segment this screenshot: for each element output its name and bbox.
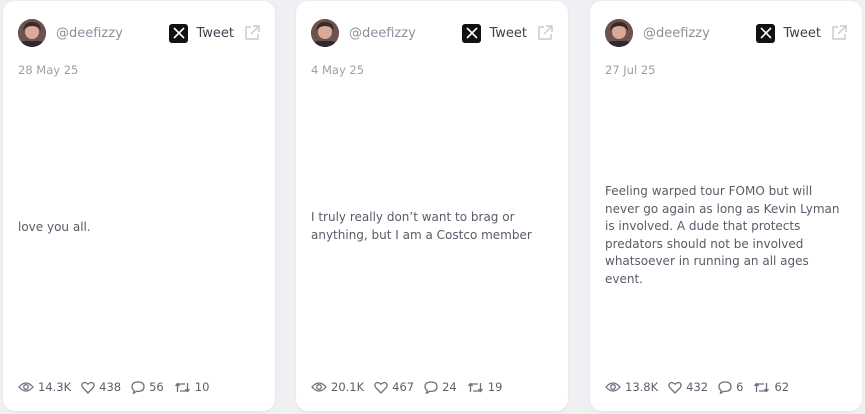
replies-count: 24	[442, 380, 457, 394]
replies-stat: 56	[131, 380, 164, 394]
tweet-text: I truly really don’t want to brag or any…	[311, 210, 532, 242]
external-link-icon[interactable]	[243, 24, 261, 42]
retweets-stat: 10	[174, 380, 210, 394]
card-header: @deefizzy Tweet	[311, 18, 554, 48]
retweet-icon	[174, 381, 190, 393]
views-stat: 14.3K	[18, 380, 71, 394]
open-tweet-link[interactable]: Tweet	[169, 23, 234, 43]
tweet-text: love you all.	[18, 220, 91, 234]
user-handle[interactable]: @deefizzy	[643, 26, 756, 41]
tweet-date: 4 May 25	[311, 63, 365, 77]
eye-icon	[605, 382, 621, 392]
tweet-label: Tweet	[196, 25, 234, 41]
replies-count: 56	[149, 380, 164, 394]
avatar[interactable]	[311, 19, 339, 47]
x-logo-icon	[462, 23, 482, 43]
tweet-date: 27 Jul 25	[605, 63, 656, 77]
likes-count: 467	[392, 380, 415, 394]
tweet-stats: 14.3K 438 56 10	[18, 380, 219, 394]
likes-count: 438	[99, 380, 122, 394]
replies-stat: 6	[718, 380, 743, 394]
tweet-stats: 20.1K 467 24 19	[311, 380, 512, 394]
card-header: @deefizzy Tweet	[18, 18, 261, 48]
tweet-label: Tweet	[783, 25, 821, 41]
avatar[interactable]	[18, 19, 46, 47]
likes-stat: 467	[374, 380, 414, 394]
external-link-icon[interactable]	[830, 24, 848, 42]
tweet-card: @deefizzy Tweet 27 Jul 25 Feeling warped…	[590, 1, 862, 411]
x-logo-icon	[169, 23, 189, 43]
likes-stat: 432	[668, 380, 708, 394]
tweet-text: Feeling warped tour FOMO but will never …	[605, 184, 840, 286]
heart-icon	[374, 381, 388, 394]
retweet-icon	[754, 381, 770, 393]
likes-stat: 438	[81, 380, 121, 394]
views-count: 14.3K	[38, 380, 72, 394]
views-stat: 13.8K	[605, 380, 658, 394]
likes-count: 432	[686, 380, 709, 394]
heart-icon	[81, 381, 95, 394]
retweets-stat: 19	[467, 380, 503, 394]
comment-icon	[718, 380, 732, 394]
open-tweet-link[interactable]: Tweet	[756, 23, 821, 43]
x-logo-icon	[756, 23, 776, 43]
user-handle[interactable]: @deefizzy	[56, 26, 169, 41]
card-header: @deefizzy Tweet	[605, 18, 848, 48]
replies-count: 6	[736, 380, 744, 394]
retweets-count: 10	[194, 380, 210, 394]
retweets-count: 19	[487, 380, 503, 394]
eye-icon	[311, 382, 327, 392]
tweet-card: @deefizzy Tweet 4 May 25 I truly really …	[296, 1, 568, 411]
open-tweet-link[interactable]: Tweet	[462, 23, 527, 43]
tweet-label: Tweet	[489, 25, 527, 41]
replies-stat: 24	[424, 380, 457, 394]
views-count: 20.1K	[331, 380, 365, 394]
comment-icon	[131, 380, 145, 394]
external-link-icon[interactable]	[536, 24, 554, 42]
tweet-card: @deefizzy Tweet 28 May 25 love you all. …	[3, 1, 275, 411]
retweets-stat: 62	[753, 380, 789, 394]
eye-icon	[18, 382, 34, 392]
views-count: 13.8K	[625, 380, 659, 394]
retweets-count: 62	[774, 380, 790, 394]
avatar[interactable]	[605, 19, 633, 47]
tweet-date: 28 May 25	[18, 63, 79, 77]
heart-icon	[668, 381, 682, 394]
retweet-icon	[467, 381, 483, 393]
user-handle[interactable]: @deefizzy	[349, 26, 462, 41]
views-stat: 20.1K	[311, 380, 364, 394]
comment-icon	[424, 380, 438, 394]
tweet-stats: 13.8K 432 6 62	[605, 380, 799, 394]
